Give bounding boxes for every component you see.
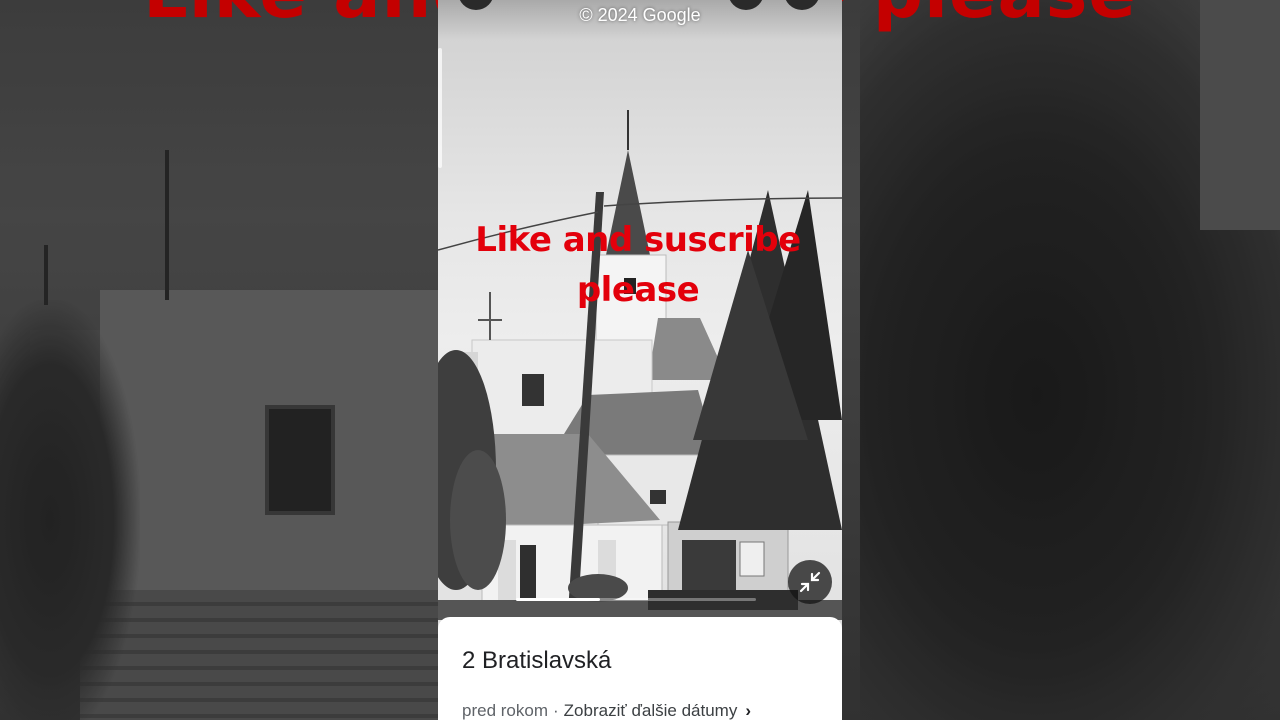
video-progress-bar[interactable] <box>516 598 756 601</box>
place-title: 2 Bratislavská <box>462 647 612 674</box>
more-dates-link[interactable]: Zobraziť ďalšie dátumy <box>564 701 738 720</box>
place-info-card[interactable]: 2 Bratislavská pred rokom · Zobraziť ďalši… <box>438 617 842 720</box>
side-handle <box>438 48 442 168</box>
garage-window <box>739 541 765 577</box>
phone-screen: © 2024 Google Like and suscribe please 2… <box>438 0 842 720</box>
separator-dot: · <box>552 701 559 720</box>
middle-window <box>650 490 666 504</box>
exit-fullscreen-button[interactable] <box>788 560 832 604</box>
chevron-right-icon[interactable]: › <box>745 701 751 720</box>
garage-door <box>682 540 736 592</box>
place-date-row: pred rokom · Zobraziť ďalšie dátumy › <box>462 701 751 720</box>
like-subscribe-overlay: Like and suscribe please <box>475 220 801 310</box>
cottage-door <box>520 545 536 600</box>
progress-fill <box>516 598 600 601</box>
copyright-label: © 2024 Google <box>579 5 701 25</box>
exit-fullscreen-icon <box>799 571 821 593</box>
house-window <box>522 374 544 406</box>
capture-date: pred rokom <box>462 701 548 720</box>
left-bush <box>450 450 506 590</box>
